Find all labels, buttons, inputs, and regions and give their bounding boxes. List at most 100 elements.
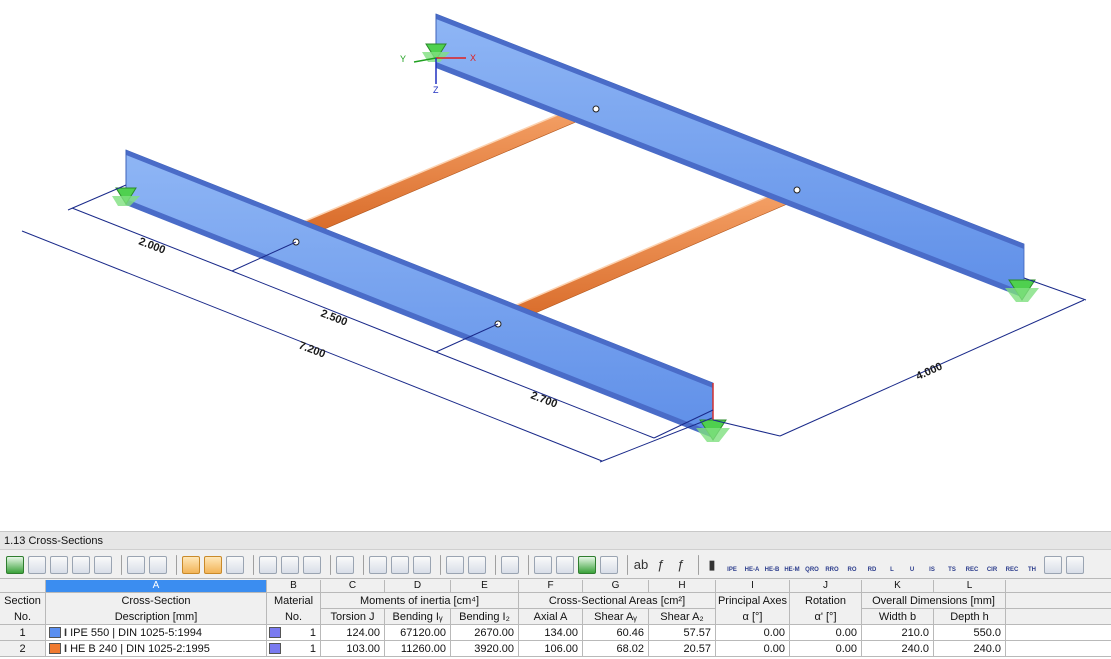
material-cell[interactable]: 1 <box>267 641 321 657</box>
undo-icon[interactable] <box>182 555 200 574</box>
description-cell[interactable]: I IPE 550 | DIN 1025-5:1994 <box>46 625 267 641</box>
torsion-cell[interactable]: 124.00 <box>321 625 385 641</box>
section-hea-icon[interactable]: HE-A <box>744 556 760 574</box>
section-u-icon[interactable]: U <box>904 556 920 574</box>
library-icon[interactable]: ▮ <box>704 556 720 574</box>
row-number[interactable]: 1 <box>0 625 46 641</box>
column-letter-f[interactable]: F <box>519 580 583 593</box>
edit-icon[interactable] <box>501 555 519 574</box>
arrow-left-icon[interactable] <box>127 555 145 574</box>
redo-icon[interactable] <box>204 555 222 574</box>
axial-cell[interactable]: 134.00 <box>519 625 583 641</box>
shear-y-cell[interactable]: 68.02 <box>583 641 649 657</box>
width-cell[interactable]: 210.0 <box>862 625 934 641</box>
section-l-icon[interactable]: L <box>884 556 900 574</box>
node-marker[interactable] <box>793 186 801 194</box>
excel-icon[interactable] <box>578 555 596 574</box>
section-rec2-icon[interactable]: REC <box>1004 556 1020 574</box>
column-letter-d[interactable]: D <box>385 580 451 593</box>
secondary-beam-2[interactable] <box>499 183 809 332</box>
column-letter-b[interactable]: B <box>267 580 321 593</box>
table-row[interactable]: 1 I IPE 550 | DIN 1025-5:1994 1 124.00 67… <box>0 625 1111 641</box>
section-ro-icon[interactable]: RO <box>844 556 860 574</box>
header-material: Material <box>267 593 321 609</box>
delete-row-icon[interactable] <box>72 555 90 574</box>
section-rec-icon[interactable]: REC <box>964 556 980 574</box>
material-color-swatch <box>269 627 281 638</box>
section-3d-icon[interactable] <box>1066 555 1084 574</box>
structure-model[interactable]: X Y Z 2.000 2.500 2.700 7.200 4.000 <box>0 0 1111 528</box>
column-letter-a[interactable]: A <box>46 580 267 593</box>
insert-column-icon[interactable] <box>50 555 68 574</box>
alpha-prime-cell[interactable]: 0.00 <box>790 625 862 641</box>
column-letter-e[interactable]: E <box>451 580 519 593</box>
description-cell[interactable]: I HE B 240 | DIN 1025-2:1995 <box>46 641 267 657</box>
shear-z-cell[interactable]: 57.57 <box>649 625 716 641</box>
alpha-cell[interactable]: 0.00 <box>716 641 790 657</box>
row-number[interactable]: 2 <box>0 641 46 657</box>
column-letter-h[interactable]: H <box>649 580 716 593</box>
column-letter-j[interactable]: J <box>790 580 862 593</box>
main-beam-back[interactable] <box>435 13 1025 298</box>
main-beam-front[interactable] <box>125 149 714 438</box>
move-right-icon[interactable] <box>413 555 431 574</box>
section-th-icon[interactable]: TH <box>1024 556 1040 574</box>
columns-icon[interactable] <box>468 555 486 574</box>
shear-y-cell[interactable]: 60.46 <box>583 625 649 641</box>
column-letter-k[interactable]: K <box>862 580 934 593</box>
move-left-icon[interactable] <box>369 555 387 574</box>
filter-icon[interactable] <box>259 555 277 574</box>
axial-cell[interactable]: 106.00 <box>519 641 583 657</box>
section-is-icon[interactable]: IS <box>924 556 940 574</box>
section-hem-icon[interactable]: HE-M <box>784 556 800 574</box>
delete-icon[interactable] <box>336 555 354 574</box>
table-row[interactable]: 2 I HE B 240 | DIN 1025-2:1995 1 103.00 1… <box>0 641 1111 657</box>
width-cell[interactable]: 240.0 <box>862 641 934 657</box>
column-letter-c[interactable]: C <box>321 580 385 593</box>
section-qro-icon[interactable]: QRO <box>804 556 820 574</box>
copy-icon[interactable] <box>94 555 112 574</box>
function-alt-icon[interactable]: ƒ <box>673 556 689 574</box>
alpha-cell[interactable]: 0.00 <box>716 625 790 641</box>
node-marker[interactable] <box>592 105 600 113</box>
secondary-beam-1[interactable] <box>297 99 605 244</box>
grid-icon[interactable] <box>303 555 321 574</box>
depth-cell[interactable]: 240.0 <box>934 641 1006 657</box>
print-icon[interactable] <box>534 555 552 574</box>
table-icon[interactable] <box>6 555 24 574</box>
i-beam-icon: I <box>64 627 68 639</box>
section-heb-icon[interactable]: HE-B <box>764 556 780 574</box>
section-custom-icon[interactable] <box>1044 555 1062 574</box>
bending-y-cell[interactable]: 11260.00 <box>385 641 451 657</box>
text-format-icon[interactable]: ab <box>633 556 649 574</box>
section-color-swatch <box>49 643 61 654</box>
material-cell[interactable]: 1 <box>267 625 321 641</box>
refresh-icon[interactable] <box>226 555 244 574</box>
shear-z-cell[interactable]: 20.57 <box>649 641 716 657</box>
section-ts-icon[interactable]: TS <box>944 556 960 574</box>
column-letter-l[interactable]: L <box>934 580 1006 593</box>
calculator-icon[interactable] <box>600 555 618 574</box>
function-icon[interactable]: ƒ <box>653 556 669 574</box>
torsion-cell[interactable]: 103.00 <box>321 641 385 657</box>
depth-cell[interactable]: 550.0 <box>934 625 1006 641</box>
alpha-prime-cell[interactable]: 0.00 <box>790 641 862 657</box>
bending-y-cell[interactable]: 67120.00 <box>385 625 451 641</box>
move-center-icon[interactable] <box>391 555 409 574</box>
section-cir-icon[interactable]: CIR <box>984 556 1000 574</box>
tools-icon[interactable] <box>556 555 574 574</box>
arrow-right-icon[interactable] <box>149 555 167 574</box>
header-row-2: No. Description [mm] No. Torsion J Bendi… <box>0 609 1111 625</box>
axis-y-label: Y <box>400 54 406 64</box>
column-letter-g[interactable]: G <box>583 580 649 593</box>
column-letter-i[interactable]: I <box>716 580 790 593</box>
section-ipe-icon[interactable]: IPE <box>724 556 740 574</box>
select-icon[interactable] <box>281 555 299 574</box>
insert-row-icon[interactable] <box>28 555 46 574</box>
spreadsheet-icon[interactable] <box>446 555 464 574</box>
bending-z-cell[interactable]: 2670.00 <box>451 625 519 641</box>
bending-z-cell[interactable]: 3920.00 <box>451 641 519 657</box>
3d-model-viewport[interactable]: X Y Z 2.000 2.500 2.700 7.200 4.000 <box>0 0 1111 528</box>
section-rro-icon[interactable]: RRO <box>824 556 840 574</box>
section-rd-icon[interactable]: RD <box>864 556 880 574</box>
